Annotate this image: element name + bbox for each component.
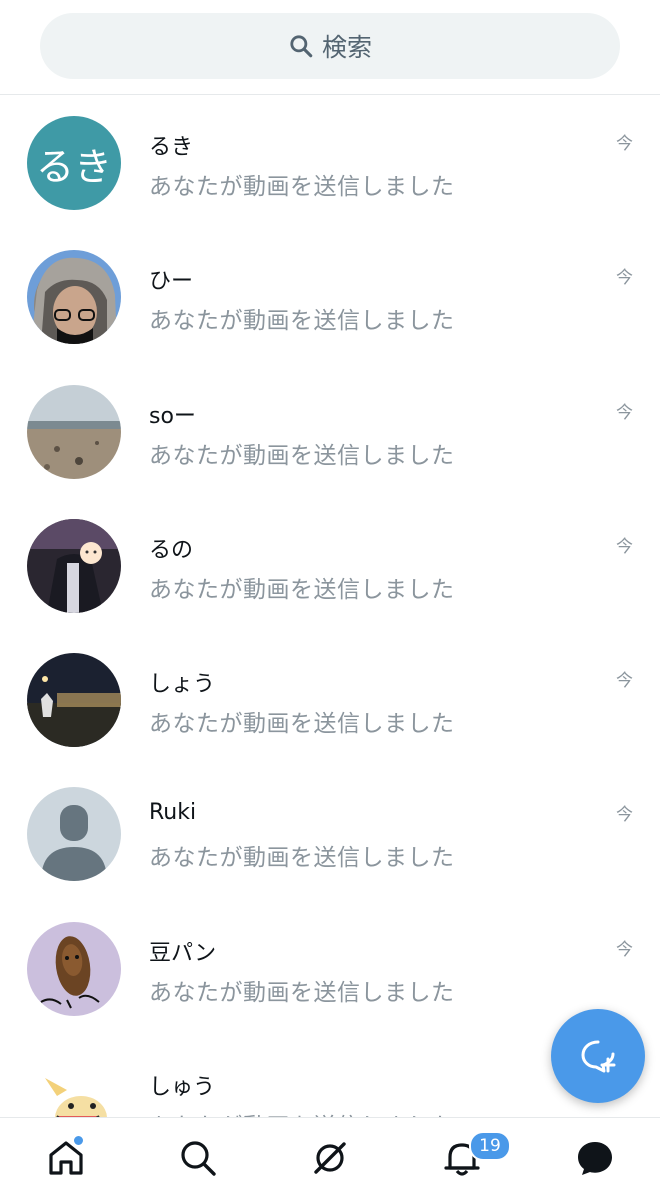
search-input[interactable]: 検索 — [40, 13, 620, 79]
conversation-name: soー — [149, 403, 196, 429]
bottom-nav — [0, 1117, 660, 1201]
conversation-preview: あなたが動画を送信しました — [149, 174, 455, 200]
conversation-time: 今 — [616, 939, 633, 960]
avatar — [27, 653, 121, 748]
avatar-initials: るき — [35, 144, 112, 189]
conversation-time: 今 — [616, 268, 633, 289]
conversation-row[interactable]: ひー あなたが動画を送信しました 今 — [0, 229, 660, 363]
nav-search[interactable] — [178, 1138, 218, 1178]
search-header: 検索 — [0, 0, 660, 95]
conversation-row[interactable]: るき るき あなたが動画を送信しました 今 — [0, 95, 660, 229]
home-unread-dot — [72, 1134, 85, 1147]
conversation-preview: あなたが動画を送信しました — [149, 711, 455, 738]
conversation-row[interactable]: 豆パン あなたが動画を送信しました 今 — [0, 901, 660, 1035]
nav-spaces[interactable] — [310, 1138, 350, 1178]
conversation-time: 今 — [616, 536, 633, 557]
conversation-name: ひー — [149, 269, 194, 295]
conversation-name: るき — [149, 135, 194, 160]
conversation-preview: あなたが動画を送信しました — [149, 845, 455, 872]
conversation-time: 今 — [616, 671, 633, 692]
conversation-preview: あなたが動画を送信しました — [149, 1107, 455, 1117]
conversation-list: るき るき あなたが動画を送信しました 今 ひー あなたが動画を送信しました 今 — [0, 95, 660, 1117]
conversation-time: 今 — [616, 134, 633, 154]
conversation-time: 今 — [616, 805, 633, 826]
conversation-row[interactable]: るの あなたが動画を送信しました 今 — [0, 498, 660, 632]
search-placeholder: 検索 — [321, 33, 372, 62]
avatar — [27, 384, 121, 479]
conversation-name: しょう — [149, 672, 216, 698]
notifications-badge: 19 — [469, 1131, 511, 1161]
new-message-icon — [581, 1040, 616, 1073]
conversation-row[interactable]: soー あなたが動画を送信しました 今 — [0, 364, 660, 498]
search-icon — [181, 1141, 216, 1176]
conversation-row[interactable]: しょう あなたが動画を送信しました 今 — [0, 632, 660, 766]
new-message-button[interactable] — [551, 1009, 645, 1103]
conversation-name: しゅう — [149, 1075, 216, 1101]
conversation-preview: あなたが動画を送信しました — [149, 442, 455, 469]
avatar — [27, 921, 121, 1016]
avatar — [27, 518, 121, 613]
conversation-preview: あなたが動画を送信しました — [149, 576, 455, 603]
nav-messages[interactable] — [575, 1138, 615, 1178]
conversation-name: Ruki — [149, 800, 197, 826]
conversation-time: 今 — [616, 402, 633, 423]
search-icon — [290, 35, 313, 58]
conversation-name: 豆パン — [149, 940, 217, 966]
avatar — [27, 787, 121, 882]
conversation-name: るの — [149, 537, 194, 563]
conversation-row[interactable]: Ruki あなたが動画を送信しました 今 — [0, 766, 660, 900]
conversation-preview: あなたが動画を送信しました — [149, 308, 455, 335]
spaces-icon — [314, 1142, 346, 1174]
avatar: るき — [27, 116, 121, 210]
conversation-preview: あなたが動画を送信しました — [149, 979, 455, 1006]
messages-icon — [578, 1142, 612, 1175]
avatar — [27, 250, 121, 345]
avatar — [27, 1056, 121, 1117]
